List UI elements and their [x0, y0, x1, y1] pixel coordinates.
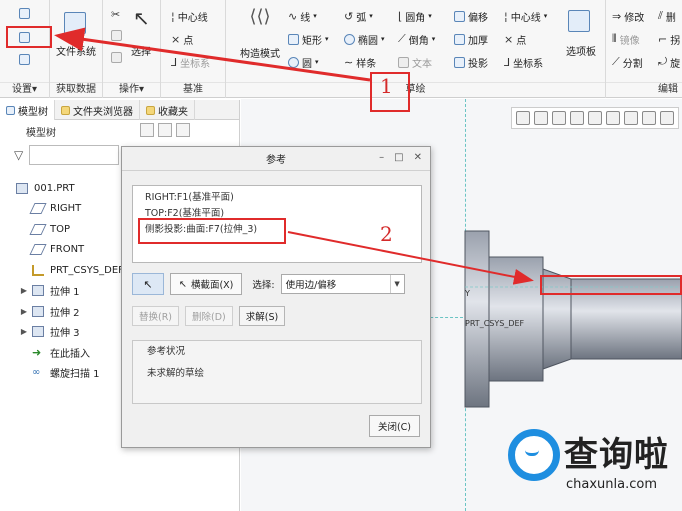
- app-window: 设置▾ 文件系统 获取数据 ✂ ↖ 选择 操作▾ ¦ 中心线 × 点 ⅃ 坐标系 基准…: [0, 0, 682, 511]
- watermark-logo: 查询啦 chaxunla.com: [504, 423, 682, 511]
- watermark-url: chaxunla.com: [566, 477, 657, 492]
- arrow-1: [54, 27, 371, 82]
- watermark-brand: 查询啦: [564, 435, 669, 475]
- magnifier-icon: [508, 429, 560, 481]
- arrow-2: [287, 231, 534, 285]
